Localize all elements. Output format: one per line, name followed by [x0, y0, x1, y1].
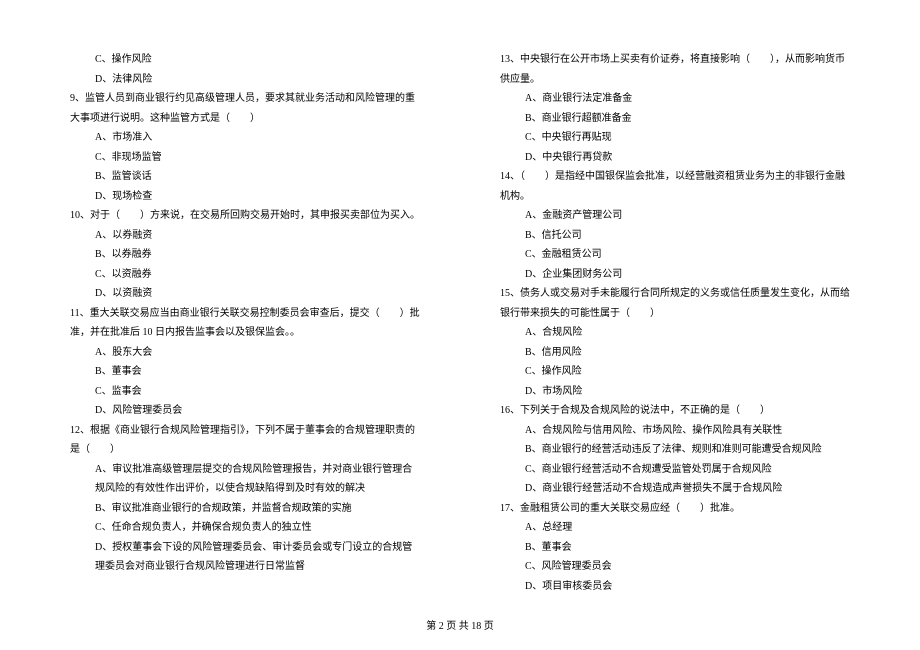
question-13: 13、中央银行在公开市场上买卖有价证券，将直接影响（ ），从而影响货币供应量。 — [500, 50, 850, 89]
q10-option-a: A、以券融资 — [70, 226, 420, 246]
q10-option-b: B、以券融券 — [70, 245, 420, 265]
q9-option-c: C、非现场监管 — [70, 148, 420, 168]
question-14: 14、（ ）是指经中国银保监会批准，以经营融资租赁业务为主的非银行金融机构。 — [500, 167, 850, 206]
footer-prefix: 第 — [426, 621, 439, 632]
q9-option-b: B、监管谈话 — [70, 167, 420, 187]
q16-option-c: C、商业银行经营活动不合规遭受监管处罚属于合规风险 — [500, 460, 850, 480]
q13-option-b: B、商业银行超额准备金 — [500, 109, 850, 129]
right-column: 13、中央银行在公开市场上买卖有价证券，将直接影响（ ），从而影响货币供应量。 … — [500, 50, 850, 596]
q11-option-d: D、风险管理委员会 — [70, 401, 420, 421]
q8-option-d: D、法律风险 — [70, 70, 420, 90]
content-columns: C、操作风险 D、法律风险 9、监管人员到商业银行约见高级管理人员，要求其就业务… — [70, 50, 850, 596]
q9-option-a: A、市场准入 — [70, 128, 420, 148]
q14-option-a: A、金融资产管理公司 — [500, 206, 850, 226]
q17-option-c: C、风险管理委员会 — [500, 557, 850, 577]
q12-option-a: A、审议批准高级管理层提交的合规风险管理报告，并对商业银行管理合规风险的有效性作… — [70, 460, 420, 499]
q16-option-b: B、商业银行的经营活动违反了法律、规则和准则可能遭受合规风险 — [500, 440, 850, 460]
q11-option-a: A、股东大会 — [70, 343, 420, 363]
footer-suffix: 页 — [481, 621, 494, 632]
q13-option-a: A、商业银行法定准备金 — [500, 89, 850, 109]
question-16: 16、下列关于合规及合规风险的说法中，不正确的是（ ） — [500, 401, 850, 421]
q11-option-c: C、监事会 — [70, 382, 420, 402]
q13-option-c: C、中央银行再贴现 — [500, 128, 850, 148]
q11-option-b: B、董事会 — [70, 362, 420, 382]
q14-option-b: B、信托公司 — [500, 226, 850, 246]
question-10: 10、对于（ ）方来说，在交易所回购交易开始时，其申报买卖部位为买入。 — [70, 206, 420, 226]
q12-option-d: D、授权董事会下设的风险管理委员会、审计委员会或专门设立的合规管理委员会对商业银… — [70, 538, 420, 577]
q17-option-d: D、项目审核委员会 — [500, 577, 850, 597]
q14-option-c: C、金融租赁公司 — [500, 245, 850, 265]
footer-total: 18 — [471, 621, 481, 632]
question-15: 15、债务人或交易对手未能履行合同所规定的义务或信任质量发生变化，从而给银行带来… — [500, 284, 850, 323]
page-footer: 第 2 页 共 18 页 — [0, 617, 920, 632]
q12-option-b: B、审议批准商业银行的合规政策，并监督合规政策的实施 — [70, 499, 420, 519]
q15-option-b: B、信用风险 — [500, 343, 850, 363]
q14-option-d: D、企业集团财务公司 — [500, 265, 850, 285]
q15-option-c: C、操作风险 — [500, 362, 850, 382]
question-9: 9、监管人员到商业银行约见高级管理人员，要求其就业务活动和风险管理的重大事项进行… — [70, 89, 420, 128]
question-17: 17、金融租赁公司的重大关联交易应经（ ）批准。 — [500, 499, 850, 519]
question-12: 12、根据《商业银行合规风险管理指引》，下列不属于董事会的合规管理职责的是（ ） — [70, 421, 420, 460]
left-column: C、操作风险 D、法律风险 9、监管人员到商业银行约见高级管理人员，要求其就业务… — [70, 50, 420, 596]
q15-option-d: D、市场风险 — [500, 382, 850, 402]
q10-option-c: C、以资融券 — [70, 265, 420, 285]
q10-option-d: D、以资融资 — [70, 284, 420, 304]
q15-option-a: A、合规风险 — [500, 323, 850, 343]
q8-option-c: C、操作风险 — [70, 50, 420, 70]
question-11: 11、重大关联交易应当由商业银行关联交易控制委员会审查后，提交（ ）批准，并在批… — [70, 304, 420, 343]
q16-option-a: A、合规风险与信用风险、市场风险、操作风险具有关联性 — [500, 421, 850, 441]
q12-option-c: C、任命合规负责人，并确保合规负责人的独立性 — [70, 518, 420, 538]
q17-option-a: A、总经理 — [500, 518, 850, 538]
q9-option-d: D、现场检查 — [70, 187, 420, 207]
q13-option-d: D、中央银行再贷款 — [500, 148, 850, 168]
footer-mid: 页 共 — [444, 621, 472, 632]
q17-option-b: B、董事会 — [500, 538, 850, 558]
q16-option-d: D、商业银行经营活动不合规造成声誉损失不属于合规风险 — [500, 479, 850, 499]
